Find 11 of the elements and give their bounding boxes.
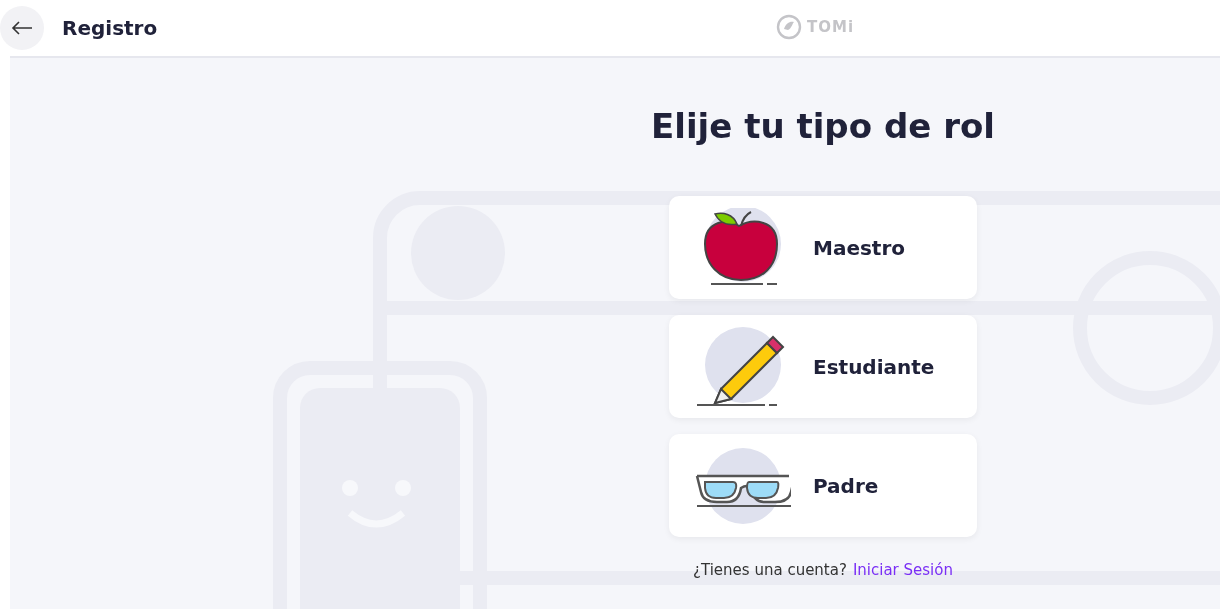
role-card[interactable]: Estudiante xyxy=(669,315,977,418)
page-title: Registro xyxy=(62,16,158,40)
logo-text: TOMi xyxy=(807,18,855,36)
role-card[interactable]: Padre xyxy=(669,434,977,537)
login-link[interactable]: Iniciar Sesión xyxy=(852,561,953,579)
role-card[interactable]: Maestro xyxy=(669,196,977,299)
account-question: ¿Tienes una cuenta? xyxy=(693,561,847,579)
back-button[interactable] xyxy=(0,6,44,50)
back-arrow-icon xyxy=(11,21,33,35)
heading: Elije tu tipo de rol xyxy=(651,106,995,146)
logo-icon xyxy=(776,14,802,40)
